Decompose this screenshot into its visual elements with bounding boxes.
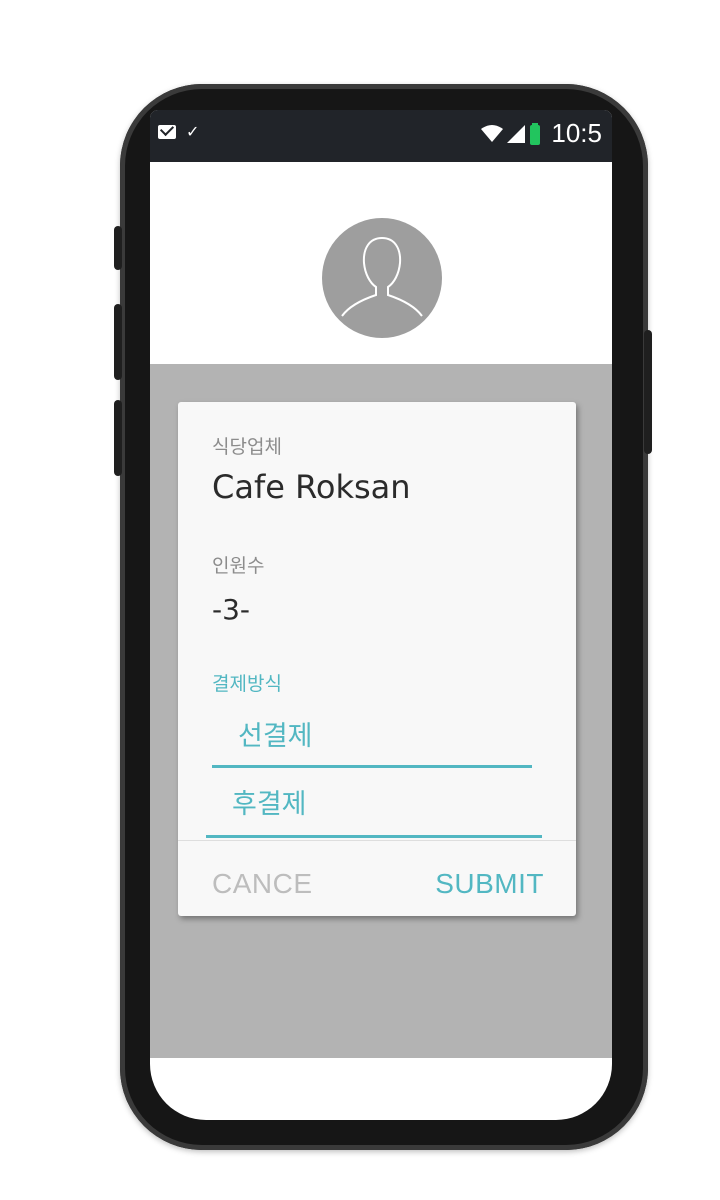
status-right-icons: 10:5 bbox=[481, 118, 602, 149]
phone-side-button-left-bottom bbox=[114, 400, 122, 476]
submit-button[interactable]: SUBMIT bbox=[435, 868, 544, 900]
status-left-icons: ✓ bbox=[158, 124, 199, 140]
phone-side-button-right bbox=[644, 330, 652, 454]
restaurant-label: 식당업체 bbox=[212, 436, 282, 458]
payment-method-label: 결제방식 bbox=[212, 673, 282, 695]
mail-icon bbox=[158, 125, 176, 139]
payment-option-prepay[interactable]: 선결제 bbox=[212, 714, 532, 768]
headcount-value[interactable]: -3- bbox=[212, 593, 250, 626]
wifi-icon bbox=[481, 124, 504, 142]
status-bar: ✓ 10:5 bbox=[150, 110, 612, 162]
profile-avatar[interactable] bbox=[322, 218, 442, 338]
restaurant-value: Cafe Roksan bbox=[212, 468, 411, 506]
headcount-label: 인원수 bbox=[212, 555, 265, 577]
cancel-button[interactable]: CANCE bbox=[212, 868, 313, 900]
phone-side-button-left-top bbox=[114, 226, 122, 270]
payment-option-postpay[interactable]: 후결제 bbox=[206, 782, 542, 838]
booking-dialog: 식당업체 Cafe Roksan 인원수 -3- 결제방식 선결제 후결제 CA… bbox=[178, 402, 576, 916]
person-silhouette-icon bbox=[341, 237, 423, 317]
phone-side-button-left-middle bbox=[114, 304, 122, 380]
signal-icon bbox=[507, 124, 526, 143]
battery-icon bbox=[530, 122, 541, 145]
check-icon: ✓ bbox=[186, 122, 200, 141]
status-time: 10:5 bbox=[551, 118, 602, 148]
dialog-divider bbox=[178, 840, 576, 841]
phone-screen: ✓ 10:5 식당업체 Cafe Roksan 인원수 -3- 결제방식 선결제… bbox=[150, 110, 612, 1120]
